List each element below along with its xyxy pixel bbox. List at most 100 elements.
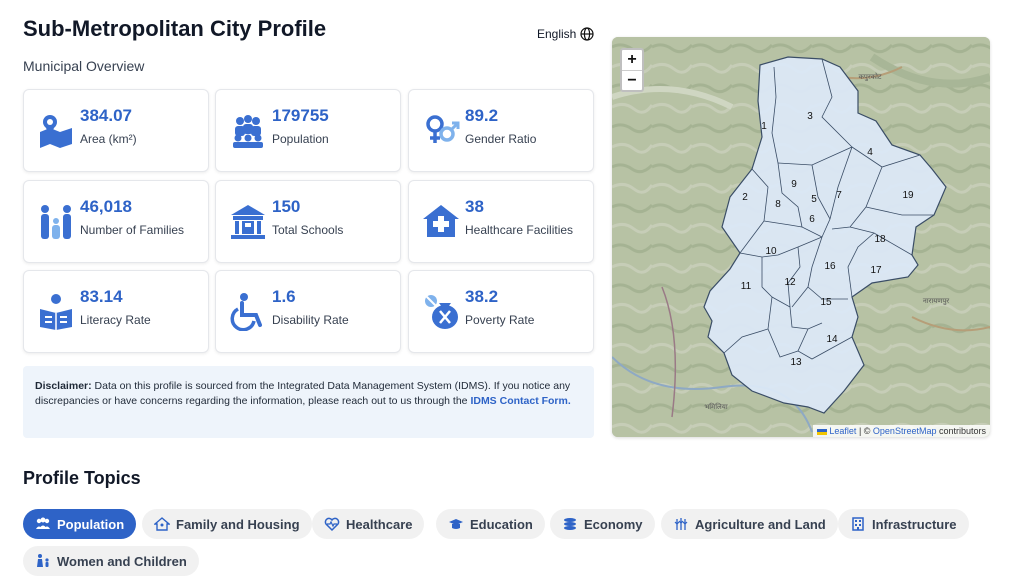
topic-label: Infrastructure [872,516,957,532]
ward-label: 18 [874,234,886,245]
topic-label: Economy [584,516,643,532]
stat-value: 46,018 [80,197,132,216]
topic-education[interactable]: Education [436,509,545,539]
disclaimer-label: Disclaimer: [35,380,92,392]
ward-label: 13 [790,357,802,368]
ward-label: 16 [824,261,836,272]
building-icon [852,517,864,531]
stat-label: Gender Ratio [465,132,537,146]
stat-label: Population [272,132,329,146]
place-label: भमिलिया [704,402,728,411]
stat-card-families: 46,018 Number of Families [23,180,209,263]
heart-pulse-icon [324,517,340,532]
topic-label: Population [57,516,125,532]
house-icon [154,517,170,531]
graduation-cap-icon [449,519,463,529]
stat-card-literacy: 83.14 Literacy Rate [23,270,209,353]
ward-label: 12 [784,277,796,288]
ukraine-flag-icon [816,428,827,435]
family-icon [41,205,71,239]
stat-card-gender-ratio: 89.2 Gender Ratio [408,89,594,172]
ward-label: 14 [826,334,838,345]
mother-child-icon [37,554,49,567]
map-area-icon [40,115,72,148]
ward-label: 11 [741,281,752,292]
profile-topics-title: Profile Topics [23,468,141,488]
stat-value: 38 [465,197,484,216]
place-label: नारायणपुर [923,297,949,305]
stat-value: 83.14 [80,287,123,306]
stat-card-healthcare: 38 Healthcare Facilities [408,180,594,263]
stat-card-schools: 150 Total Schools [215,180,401,263]
stat-value: 150 [272,197,301,216]
wheat-icon [674,518,688,530]
ward-label: 5 [811,194,817,205]
stat-value: 89.2 [465,106,499,125]
gender-icon [426,115,460,143]
section-subtitle: Municipal Overview [23,58,145,74]
topic-label: Education [470,516,533,532]
stat-label: Poverty Rate [465,313,535,327]
stat-card-disability: 1.6 Disability Rate [215,270,401,353]
topic-infrastructure[interactable]: Infrastructure [838,509,969,539]
globe-icon [580,27,594,41]
disclaimer-box: Disclaimer: Data on this profile is sour… [23,366,594,438]
ward-label: 9 [791,179,797,190]
topic-family-and-housing[interactable]: Family and Housing [142,509,312,539]
ward-label: 3 [807,111,813,122]
money-bag-icon [425,295,458,329]
ward-label: 8 [775,199,781,210]
stat-card-population: 179755 Population [215,89,401,172]
ward-label: 10 [765,246,777,257]
topic-label: Agriculture and Land [695,516,826,532]
topic-women-and-children[interactable]: Women and Children [23,546,199,576]
ward-label: 15 [820,297,832,308]
stat-card-poverty: 38.2 Poverty Rate [408,270,594,353]
topic-label: Family and Housing [176,516,300,532]
ward-label: 17 [870,265,882,276]
leaflet-link[interactable]: Leaflet [829,426,856,436]
people-group-icon [233,115,263,148]
stat-label: Disability Rate [272,313,349,327]
attribution-text: contributors [936,426,986,436]
stat-value: 38.2 [465,287,499,306]
wheelchair-icon [230,293,262,331]
map-attribution: Leaflet | © OpenStreetMap contributors [812,425,990,437]
ward-label: 4 [867,147,873,158]
topic-population[interactable]: Population [23,509,137,539]
language-label: English [537,27,577,41]
topic-agriculture-and-land[interactable]: Agriculture and Land [661,509,838,539]
stat-label: Number of Families [80,223,185,237]
osm-link[interactable]: OpenStreetMap [873,426,937,436]
stat-label: Healthcare Facilities [465,223,574,237]
ward-map[interactable]: 1 2 3 4 5 6 7 8 9 10 11 12 13 14 15 16 1… [612,37,990,437]
topic-label: Healthcare [346,516,413,532]
place-label: कपुरकोट [859,72,882,81]
reader-icon [40,294,72,330]
ward-label: 1 [761,121,767,132]
topic-label: Women and Children [57,553,187,569]
stat-label: Literacy Rate [80,313,151,327]
school-icon [231,205,265,239]
stat-label: Area (km²) [80,132,137,146]
ward-label: 2 [742,192,748,203]
stat-value: 1.6 [272,287,296,306]
topic-healthcare[interactable]: Healthcare [312,509,425,539]
ward-label: 6 [809,214,815,225]
topic-economy[interactable]: Economy [550,509,655,539]
stat-card-area: 384.07 Area (km²) [23,89,209,172]
ward-label: 7 [836,190,842,201]
zoom-in-button[interactable]: + [622,50,642,70]
people-icon [36,517,50,529]
map-zoom-control: + − [620,48,644,92]
zoom-out-button[interactable]: − [622,70,642,90]
ward-label: 19 [902,190,914,201]
page-title: Sub-Metropolitan City Profile [23,16,327,41]
coins-icon [564,518,576,530]
idms-contact-link[interactable]: IDMS Contact Form. [470,395,570,407]
map-canvas[interactable]: 1 2 3 4 5 6 7 8 9 10 11 12 13 14 15 16 1… [612,37,990,437]
stat-value: 179755 [272,106,329,125]
stat-label: Total Schools [272,223,344,237]
attribution-separator: | © [856,426,873,436]
language-selector[interactable]: English [537,27,594,41]
